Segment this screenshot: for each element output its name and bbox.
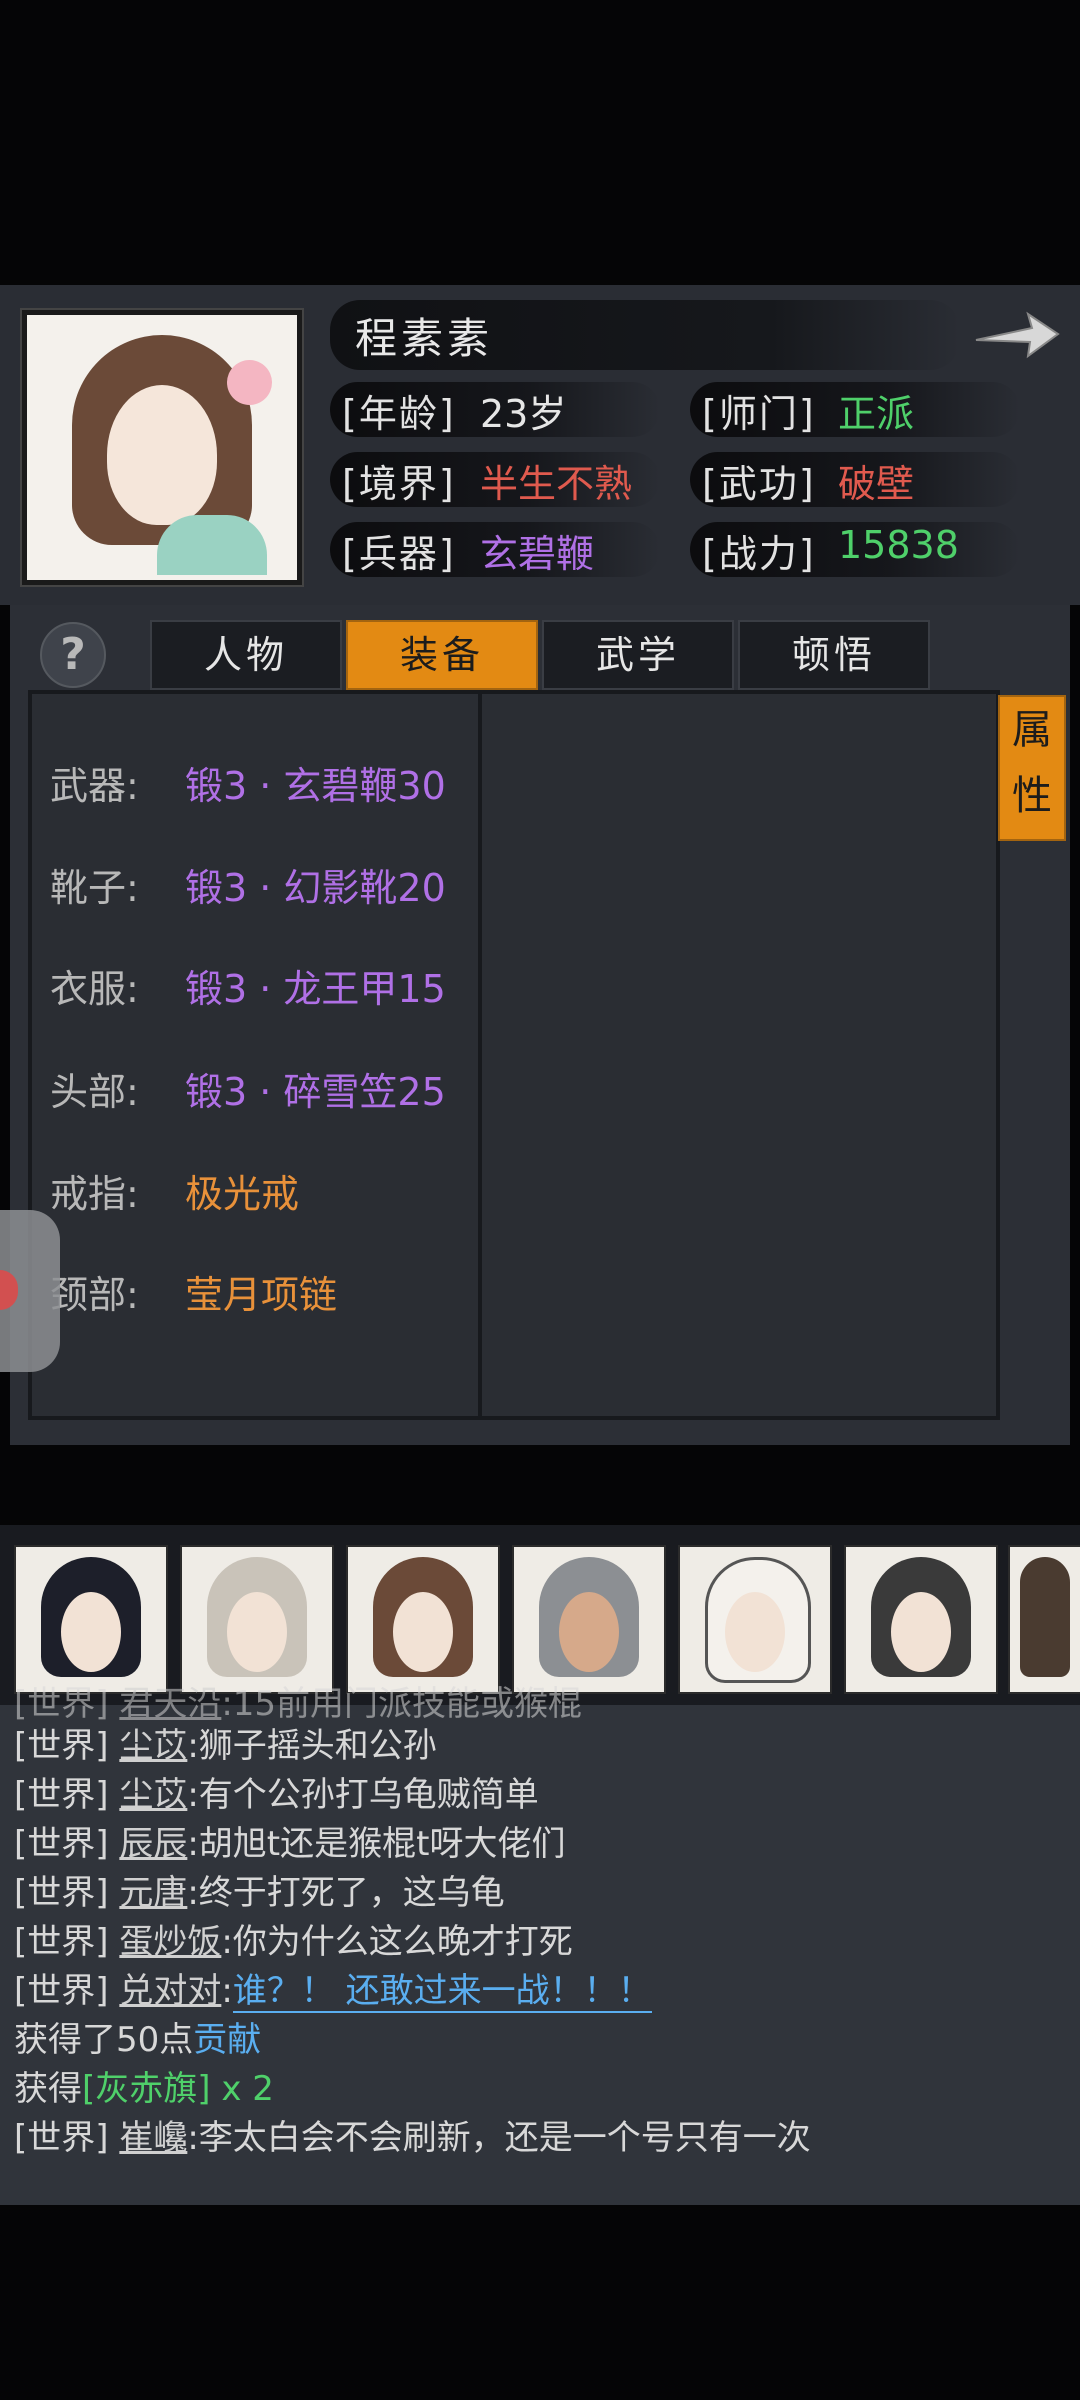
arrow-right-icon[interactable]	[970, 300, 1062, 370]
chat-username[interactable]: 辰辰	[119, 1824, 187, 1864]
realm-label: [境界]	[342, 462, 456, 506]
hero-name: 程素素	[355, 314, 494, 363]
weapon-value: 玄碧鞭	[480, 532, 595, 576]
chat-username[interactable]: 兑对对	[119, 1971, 221, 2011]
power-label: [战力]	[702, 532, 816, 576]
party-avatar[interactable]	[844, 1545, 998, 1694]
party-avatar[interactable]	[512, 1545, 666, 1694]
chat-message: [世界] 崔巉:李太白会不会刷新，还是一个号只有一次	[14, 2118, 811, 2158]
slot-armor-label: 衣服:	[50, 967, 139, 1011]
sect-label: [师门]	[702, 392, 816, 436]
slot-boots-label: 靴子:	[50, 866, 139, 910]
chat-username[interactable]: 尘苡	[119, 1775, 187, 1815]
age-label: [年龄]	[342, 392, 456, 436]
chat-message: [世界] 尘苡:狮子摇头和公孙	[14, 1726, 437, 1766]
party-avatar[interactable]	[180, 1545, 334, 1694]
chat-username[interactable]: 元唐	[119, 1873, 187, 1913]
martial-label: [武功]	[702, 462, 816, 506]
chat-message: [世界] 辰辰:胡旭t还是猴棍t呀大佬们	[14, 1824, 566, 1864]
martial-value: 破壁	[838, 462, 915, 506]
chat-username[interactable]: 尘苡	[119, 1726, 187, 1766]
slot-weapon-label: 武器:	[50, 764, 139, 808]
slot-weapon-item[interactable]: 锻3 · 玄碧鞭30	[185, 755, 446, 810]
chat-username[interactable]: 崔巉	[119, 2118, 187, 2158]
slot-boots-item[interactable]: 锻3 · 幻影靴20	[185, 857, 446, 912]
chat-username[interactable]: 蛋炒饭	[119, 1922, 221, 1962]
tab-character[interactable]: 人物	[150, 620, 342, 690]
age-value: 23岁	[480, 392, 567, 436]
slot-neck-item[interactable]: 莹月项链	[185, 1264, 337, 1319]
tab-attributes[interactable]: 属 性	[998, 695, 1066, 841]
system-message: 获得[灰赤旗] x 2	[14, 2069, 274, 2109]
slot-ring-label: 戒指:	[50, 1172, 139, 1216]
sect-value: 正派	[838, 392, 915, 436]
equipment-detail	[478, 690, 1000, 1420]
slot-neck-label: 颈部:	[50, 1273, 139, 1317]
power-value: 15838	[838, 523, 959, 567]
weapon-label: [兵器]	[342, 532, 456, 576]
slot-ring-item[interactable]: 极光戒	[185, 1163, 299, 1218]
party-avatar[interactable]	[1008, 1545, 1080, 1694]
party-avatar[interactable]	[346, 1545, 500, 1694]
tab-equipment[interactable]: 装备	[346, 620, 538, 690]
chat-message: [世界] 蛋炒饭:你为什么这么晚才打死	[14, 1922, 573, 1962]
chat-message: [世界] 元唐:终于打死了，这乌龟	[14, 1873, 505, 1913]
help-icon[interactable]: ?	[40, 622, 106, 688]
realm-value: 半生不熟	[480, 462, 633, 506]
party-avatar[interactable]	[14, 1545, 168, 1694]
tab-enlightenment[interactable]: 顿悟	[738, 620, 930, 690]
slot-armor-item[interactable]: 锻3 · 龙王甲15	[185, 958, 446, 1013]
tab-martial-arts[interactable]: 武学	[542, 620, 734, 690]
chat-message: [世界] 尘苡:有个公孙打乌龟贼简单	[14, 1775, 539, 1815]
slot-head-item[interactable]: 锻3 · 碎雪笠25	[185, 1061, 446, 1116]
slot-head-label: 头部:	[50, 1070, 139, 1114]
party-avatar[interactable]	[678, 1545, 832, 1694]
hero-portrait	[22, 310, 302, 585]
system-message: 获得了50点贡献	[14, 2020, 262, 2060]
chat-message: [世界] 兑对对:谁？！ 还敢过来一战！！！	[14, 1971, 652, 2013]
